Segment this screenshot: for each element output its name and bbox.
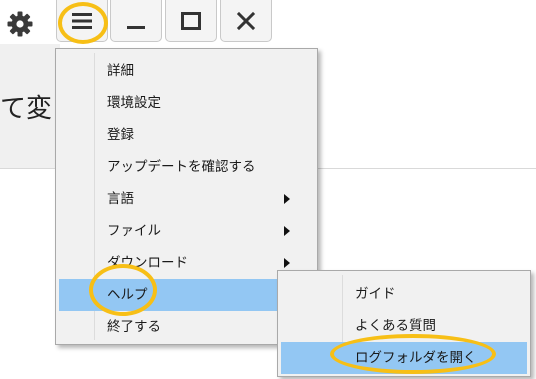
close-button[interactable]	[220, 0, 272, 42]
menu-item-register[interactable]: 登録	[59, 119, 314, 151]
menu-item-label: ダウンロード	[107, 255, 188, 271]
menu-item-quit[interactable]: 終了する	[59, 311, 314, 343]
minimize-icon	[127, 25, 145, 29]
menu-item-check-updates[interactable]: アップデートを確認する	[59, 151, 314, 183]
submenu-item-label: ログフォルダを開く	[355, 350, 477, 366]
menu-item-language[interactable]: 言語	[59, 183, 314, 215]
menu-item-label: 言語	[107, 191, 134, 207]
gear-icon	[7, 11, 33, 37]
menu-item-file[interactable]: ファイル	[59, 215, 314, 247]
menu-item-label: 登録	[107, 127, 134, 143]
hamburger-icon	[72, 12, 92, 29]
minimize-button[interactable]	[110, 0, 162, 42]
submenu-item-guide[interactable]: ガイド	[281, 278, 527, 310]
menu-button[interactable]	[56, 0, 108, 42]
maximize-button[interactable]	[165, 0, 217, 42]
submenu-arrow-icon	[284, 258, 290, 268]
submenu-item-faq[interactable]: よくある質問	[281, 310, 527, 342]
menu-item-preferences[interactable]: 環境設定	[59, 87, 314, 119]
menu-item-label: 環境設定	[107, 95, 161, 111]
app-content-text: て変	[0, 94, 53, 124]
help-submenu: ガイド よくある質問 ログフォルダを開く	[277, 270, 531, 377]
submenu-arrow-icon	[284, 226, 290, 236]
menu-item-label: ヘルプ	[107, 287, 148, 303]
menu-item-label: ファイル	[107, 223, 161, 239]
close-icon	[236, 11, 256, 30]
menu-item-label: アップデートを確認する	[107, 159, 256, 175]
menu-item-details[interactable]: 詳細	[59, 55, 314, 87]
submenu-item-label: よくある質問	[355, 318, 436, 334]
submenu-item-open-log-folder[interactable]: ログフォルダを開く	[281, 342, 527, 374]
menu-item-help[interactable]: ヘルプ	[59, 279, 314, 311]
maximize-icon	[181, 11, 201, 30]
submenu-arrow-icon	[284, 194, 290, 204]
settings-button[interactable]	[6, 10, 34, 38]
menu-item-label: 詳細	[107, 63, 134, 79]
menu-item-label: 終了する	[107, 319, 161, 335]
submenu-item-label: ガイド	[355, 286, 396, 302]
menu-item-download[interactable]: ダウンロード	[59, 247, 314, 279]
